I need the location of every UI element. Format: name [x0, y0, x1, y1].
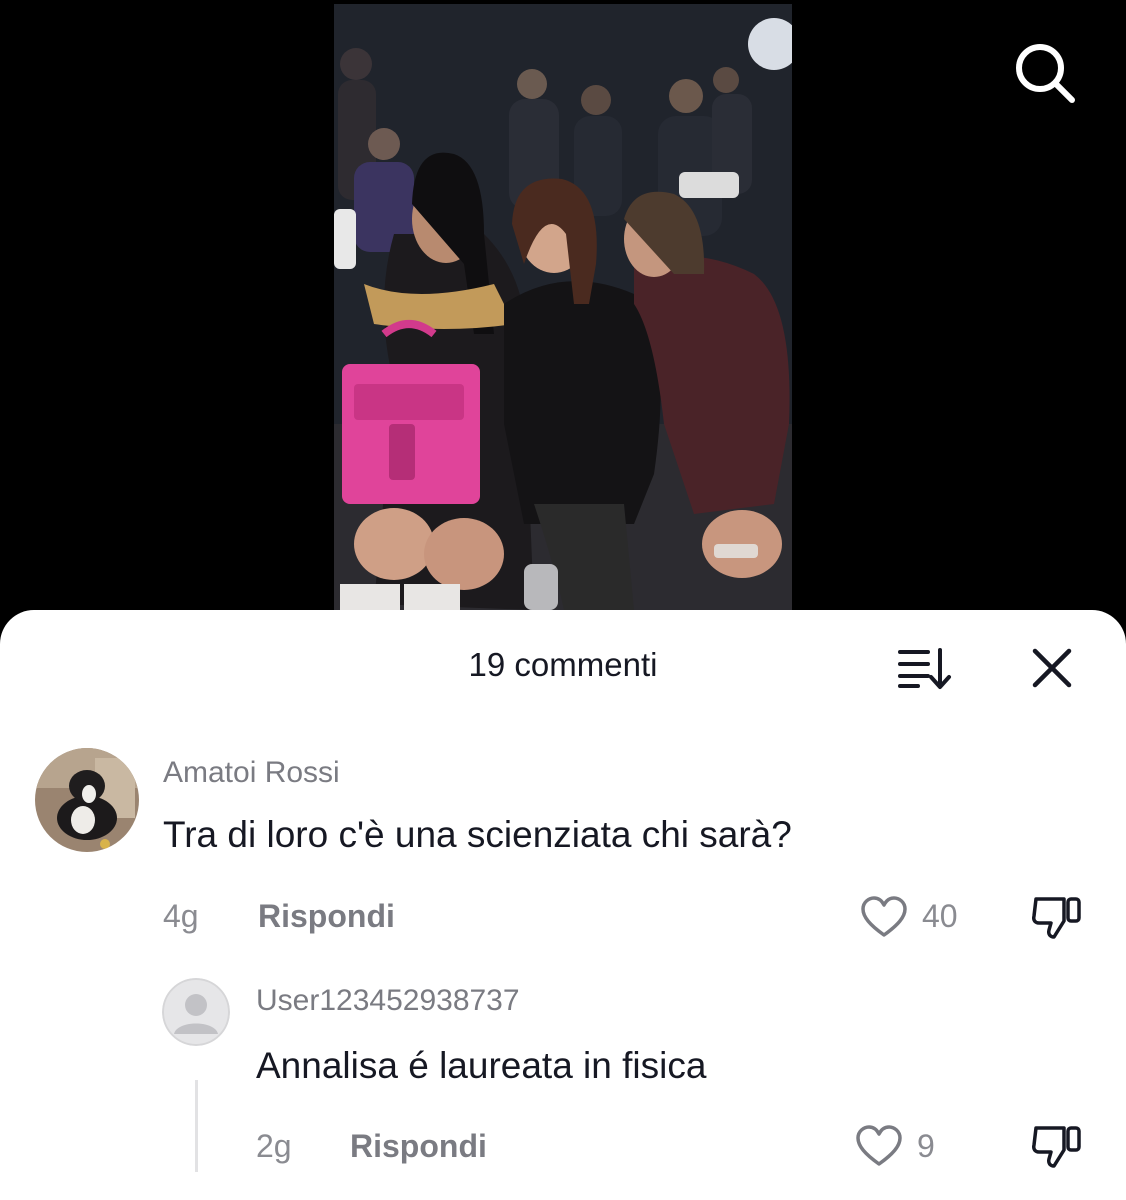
like-count: 9 [917, 1128, 935, 1164]
video-player[interactable] [0, 0, 1126, 640]
like-button[interactable] [855, 1124, 903, 1168]
avatar[interactable] [162, 978, 230, 1046]
comments-count-title: 19 commenti [468, 646, 658, 683]
avatar[interactable] [35, 748, 139, 852]
close-button[interactable] [1030, 646, 1074, 690]
reply-time: 2g [256, 1128, 292, 1164]
like-count: 40 [922, 898, 958, 934]
reply-thread-line [195, 1080, 198, 1172]
reply-text: Annalisa é laureata in fisica [256, 1045, 707, 1086]
video-frame[interactable] [334, 4, 792, 610]
dislike-button[interactable] [1030, 893, 1084, 943]
thumbs-down-icon [1032, 1126, 1081, 1168]
search-icon [1016, 44, 1075, 103]
heart-icon [856, 1125, 902, 1166]
thumbs-down-icon [1032, 897, 1081, 939]
sort-button[interactable] [898, 646, 952, 690]
reply-button[interactable]: Rispondi [258, 898, 395, 935]
default-avatar-icon [162, 978, 230, 1046]
reply-button[interactable]: Rispondi [350, 1128, 487, 1165]
comment-time: 4g [163, 898, 199, 934]
like-button[interactable] [860, 895, 908, 939]
comment-text: Tra di loro c'è una scienziata chi sarà? [163, 814, 792, 855]
comment-username[interactable]: Amatoi Rossi [163, 756, 340, 790]
heart-icon [861, 896, 907, 937]
search-button[interactable] [1012, 40, 1078, 106]
reply-username[interactable]: User123452938737 [256, 984, 520, 1018]
sort-icon [898, 648, 951, 689]
close-icon [1032, 648, 1072, 688]
dislike-button[interactable] [1030, 1122, 1084, 1172]
video-thumbnail-image [334, 4, 792, 610]
avatar-dog-image [35, 748, 139, 852]
